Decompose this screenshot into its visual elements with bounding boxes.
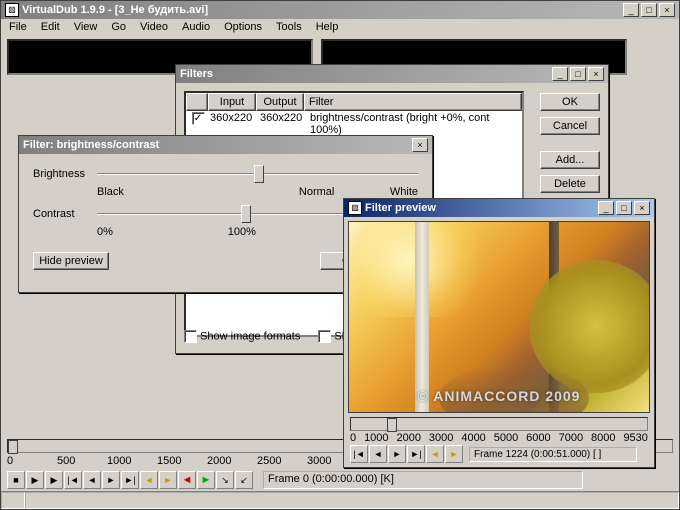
timeline-thumb[interactable] (8, 440, 18, 454)
row-checkbox[interactable]: ✓ (192, 112, 205, 125)
brightness-slider[interactable] (97, 164, 418, 184)
app-icon: ▧ (5, 3, 19, 17)
ruler-label: 2500 (257, 455, 281, 467)
preview-thumb[interactable] (387, 418, 397, 432)
main-title: VirtualDub 1.9.9 - [3_Не будить.avi] (22, 4, 623, 16)
go-end-icon[interactable]: ►| (121, 471, 139, 489)
close-button[interactable]: × (588, 67, 604, 81)
minimize-button[interactable]: _ (623, 3, 639, 17)
preview-toolbar: |◄ ◄ ► ►| ◄ ► Frame 1224 (0:00:51.000) [… (350, 445, 637, 463)
menu-help[interactable]: Help (310, 20, 345, 36)
key-prev-icon[interactable]: ◄ (426, 445, 444, 463)
step-forward-icon[interactable]: ► (388, 445, 406, 463)
go-start-icon[interactable]: |◄ (350, 445, 368, 463)
col-output[interactable]: Output (256, 93, 304, 111)
brightness-label: Brightness (33, 168, 91, 180)
filter-row[interactable]: ✓ 360x220 360x220 brightness/contrast (b… (186, 111, 522, 137)
filter-preview-window: ▧ Filter preview _ □ × © ANIMACCORD 2009… (343, 198, 655, 468)
show-formats-check[interactable]: Show image formats (184, 330, 300, 343)
ruler-label: 500 (57, 455, 75, 467)
ruler-label: 2000 (207, 455, 231, 467)
menu-go[interactable]: Go (105, 20, 132, 36)
main-titlebar[interactable]: ▧ VirtualDub 1.9.9 - [3_Не будить.avi] _… (1, 1, 679, 19)
row-filter: brightness/contrast (bright +0%, cont 10… (310, 112, 522, 136)
row-output: 360x220 (260, 112, 310, 136)
bc-titlebar[interactable]: Filter: brightness/contrast × (19, 136, 432, 154)
play-output-icon[interactable]: ▶ (45, 471, 63, 489)
col-check[interactable] (186, 93, 208, 111)
status-cell (25, 492, 679, 509)
col-input[interactable]: Input (208, 93, 256, 111)
slider-label-0: 0% (97, 226, 107, 238)
stop-icon[interactable]: ■ (7, 471, 25, 489)
menu-audio[interactable]: Audio (176, 20, 216, 36)
status-cell (1, 492, 25, 509)
main-statusbar (1, 491, 679, 509)
mark-in-icon[interactable]: ↘ (216, 471, 234, 489)
menu-file[interactable]: File (3, 20, 33, 36)
row-input: 360x220 (210, 112, 260, 136)
add-button[interactable]: Add... (540, 151, 600, 169)
col-filter[interactable]: Filter (304, 93, 522, 111)
step-back-icon[interactable]: ◄ (369, 445, 387, 463)
preview-title: Filter preview (365, 202, 598, 214)
key-next-icon[interactable]: ► (159, 471, 177, 489)
slider-label-white: White (390, 186, 418, 198)
menu-tools[interactable]: Tools (270, 20, 308, 36)
main-toolbar: ■ ▶ ▶ |◄ ◄ ► ►| ◄ ► ◄ ► ↘ ↙ Frame 0 (0:0… (7, 471, 583, 489)
close-button[interactable]: × (659, 3, 675, 17)
slider-label-black: Black (97, 186, 243, 198)
minimize-button[interactable]: _ (552, 67, 568, 81)
close-button[interactable]: × (412, 138, 428, 152)
menu-edit[interactable]: Edit (35, 20, 66, 36)
menu-video[interactable]: Video (134, 20, 174, 36)
filters-title: Filters (180, 68, 552, 80)
slider-label-normal: Normal (243, 186, 389, 198)
preview-status: Frame 1224 (0:00:51.000) [ ] (469, 447, 637, 462)
minimize-button[interactable]: _ (598, 201, 614, 215)
go-end-icon[interactable]: ►| (407, 445, 425, 463)
step-back-icon[interactable]: ◄ (83, 471, 101, 489)
filters-titlebar[interactable]: Filters _ □ × (176, 65, 608, 83)
maximize-button[interactable]: □ (616, 201, 632, 215)
go-start-icon[interactable]: |◄ (64, 471, 82, 489)
hide-preview-button[interactable]: Hide preview (33, 252, 109, 270)
preview-ruler-labels: 0 1000 2000 3000 4000 5000 6000 7000 800… (350, 432, 648, 444)
frame-status: Frame 0 (0:00:00.000) [K] (263, 471, 583, 489)
scene-prev-icon[interactable]: ◄ (178, 471, 196, 489)
cancel-button[interactable]: Cancel (540, 117, 600, 135)
ok-button[interactable]: OK (540, 93, 600, 111)
ruler-label: 1000 (107, 455, 131, 467)
watermark-text: © ANIMACCORD 2009 (349, 388, 649, 404)
menu-options[interactable]: Options (218, 20, 268, 36)
key-next-icon[interactable]: ► (445, 445, 463, 463)
play-input-icon[interactable]: ▶ (26, 471, 44, 489)
step-forward-icon[interactable]: ► (102, 471, 120, 489)
menubar: File Edit View Go Video Audio Options To… (1, 19, 679, 37)
maximize-button[interactable]: □ (570, 67, 586, 81)
ruler-label: 0 (7, 455, 13, 467)
preview-timeline[interactable] (350, 417, 648, 431)
key-prev-icon[interactable]: ◄ (140, 471, 158, 489)
delete-button[interactable]: Delete (540, 175, 600, 193)
contrast-label: Contrast (33, 208, 91, 220)
maximize-button[interactable]: □ (641, 3, 657, 17)
mark-out-icon[interactable]: ↙ (235, 471, 253, 489)
close-button[interactable]: × (634, 201, 650, 215)
scene-next-icon[interactable]: ► (197, 471, 215, 489)
ruler-label: 3000 (307, 455, 331, 467)
menu-view[interactable]: View (68, 20, 104, 36)
slider-label-100: 100% (228, 226, 256, 238)
ruler-label: 1500 (157, 455, 181, 467)
bc-title: Filter: brightness/contrast (23, 139, 412, 151)
app-icon: ▧ (348, 201, 362, 215)
preview-titlebar[interactable]: ▧ Filter preview _ □ × (344, 199, 654, 217)
preview-image: © ANIMACCORD 2009 (348, 221, 650, 413)
